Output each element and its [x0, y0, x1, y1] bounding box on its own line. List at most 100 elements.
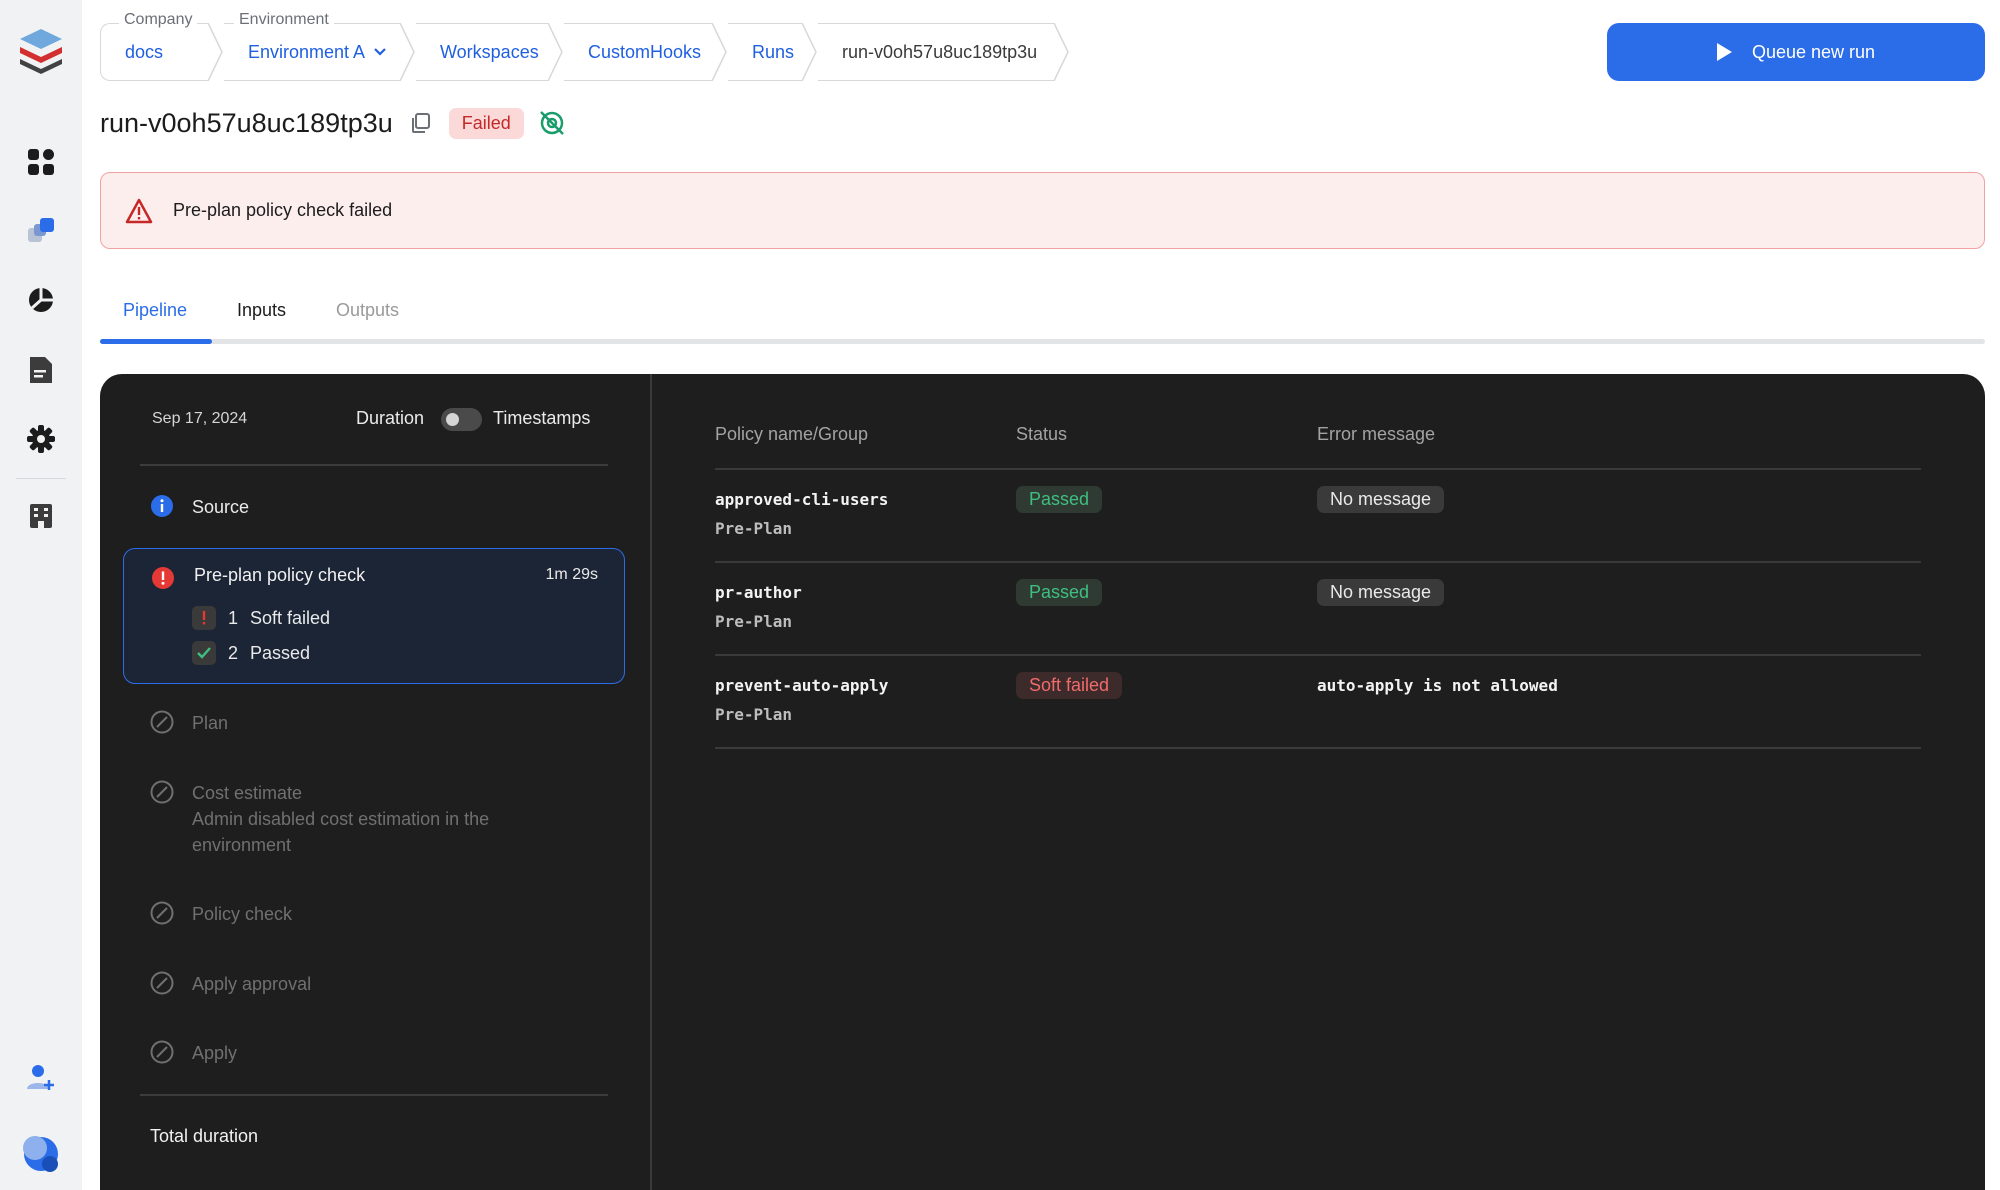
skipped-icon — [150, 1040, 174, 1064]
step-cost-note: Admin disabled cost estimation in the en… — [192, 809, 490, 855]
panel-divider — [650, 374, 652, 1190]
tab-track — [100, 339, 1985, 344]
passed-count-row: 2 Passed — [192, 641, 310, 665]
policy-name: pr-author — [715, 583, 802, 602]
run-details-panel: Sep 17, 2024 Duration Timestamps Source … — [100, 374, 1985, 1190]
breadcrumb-workspace[interactable]: CustomHooks — [564, 22, 728, 81]
skipped-icon — [150, 971, 174, 995]
passed-count: 2 — [228, 642, 239, 663]
workspaces-icon[interactable] — [13, 203, 69, 259]
workspace-link[interactable]: CustomHooks — [588, 42, 701, 63]
sidebar — [0, 0, 82, 1190]
breadcrumb-workspaces[interactable]: Workspaces — [416, 22, 564, 81]
tab-active-indicator — [100, 339, 212, 344]
play-icon — [1716, 43, 1732, 61]
skipped-icon — [150, 901, 174, 925]
breadcrumb-separator-icon — [400, 22, 416, 81]
status-badge: Passed — [1016, 486, 1103, 513]
queue-new-run-label: Queue new run — [1751, 41, 1876, 62]
step-source[interactable]: Source — [150, 494, 249, 520]
step-cost-estimate[interactable]: Cost estimate Admin disabled cost estima… — [150, 780, 522, 858]
exclamation-icon — [192, 606, 216, 630]
insights-icon[interactable] — [13, 272, 69, 328]
copy-icon[interactable] — [409, 111, 433, 135]
breadcrumb-current: run-v0oh57u8uc189tp3u — [818, 22, 1070, 81]
company-value[interactable]: docs — [125, 42, 163, 63]
invite-user-icon[interactable] — [13, 1050, 69, 1106]
user-avatar[interactable] — [13, 1126, 69, 1182]
environment-label: Environment — [234, 11, 334, 29]
step-policy-check[interactable]: Policy check — [150, 901, 292, 927]
breadcrumb-separator-icon — [208, 22, 224, 81]
app-logo-icon[interactable] — [13, 22, 69, 78]
error-icon — [152, 567, 174, 589]
passed-label: Passed — [250, 642, 311, 663]
page-title: run-v0oh57u8uc189tp3u — [100, 107, 393, 138]
row-divider — [715, 747, 1921, 749]
policy-name: prevent-auto-apply — [715, 676, 889, 695]
row-divider — [715, 654, 1921, 656]
organization-icon[interactable] — [13, 488, 69, 544]
sidebar-divider — [16, 478, 66, 479]
alert-message: Pre-plan policy check failed — [173, 200, 393, 220]
pipeline-separator — [140, 1094, 608, 1096]
breadcrumb-company[interactable]: Company docs — [100, 11, 224, 81]
chevron-down-icon[interactable] — [373, 47, 387, 57]
soft-failed-count: 1 — [228, 607, 239, 628]
current-run-crumb: run-v0oh57u8uc189tp3u — [842, 41, 1038, 62]
documents-icon[interactable] — [13, 342, 69, 398]
error-message: No message — [1317, 579, 1445, 606]
toggle-knob — [446, 413, 459, 426]
breadcrumb-end-icon — [1054, 22, 1070, 81]
dashboard-icon[interactable] — [13, 134, 69, 190]
step-source-label: Source — [192, 497, 250, 517]
drift-detection-off-icon — [539, 111, 564, 135]
step-plan[interactable]: Plan — [150, 710, 228, 736]
runs-link[interactable]: Runs — [752, 42, 794, 63]
total-duration-label: Total duration — [150, 1126, 259, 1146]
tab-inputs[interactable]: Inputs — [237, 300, 286, 321]
duration-timestamps-toggle[interactable] — [441, 408, 482, 431]
error-message: auto-apply is not allowed — [1317, 676, 1558, 695]
skipped-icon — [150, 780, 174, 804]
duration-label: Duration — [356, 408, 425, 428]
queue-new-run-button[interactable]: Queue new run — [1607, 23, 1985, 81]
status-badge: Passed — [1016, 579, 1103, 606]
header-status: Status — [1016, 424, 1068, 444]
header-policy-name: Policy name/Group — [715, 424, 869, 444]
pipeline-date: Sep 17, 2024 — [152, 410, 248, 427]
workspaces-link[interactable]: Workspaces — [440, 42, 539, 63]
skipped-icon — [150, 710, 174, 734]
checkmark-icon — [192, 641, 216, 665]
breadcrumb-separator-icon — [802, 22, 818, 81]
pipeline-separator — [140, 464, 608, 466]
status-badge: Failed — [448, 107, 524, 139]
header-error: Error message — [1317, 424, 1436, 444]
tab-outputs[interactable]: Outputs — [336, 300, 399, 321]
company-label: Company — [119, 11, 198, 29]
breadcrumb: Company docs Environment Environment A W… — [100, 11, 1070, 81]
breadcrumb-environment[interactable]: Environment Environment A — [224, 11, 416, 81]
step-preplan-duration: 1m 29s — [545, 566, 598, 583]
timestamps-label: Timestamps — [493, 408, 591, 428]
tab-pipeline[interactable]: Pipeline — [123, 300, 187, 321]
step-apply-approval[interactable]: Apply approval — [150, 971, 311, 997]
error-alert: Pre-plan policy check failed — [100, 172, 1985, 249]
step-preplan-policy-check[interactable]: Pre-plan policy check 1m 29s 1 Soft fail… — [123, 548, 625, 684]
step-apply-label: Apply — [192, 1043, 238, 1063]
settings-icon[interactable] — [13, 411, 69, 467]
row-divider — [715, 561, 1921, 563]
row-divider — [715, 468, 1921, 470]
policy-group: Pre-Plan — [715, 519, 793, 538]
step-cost-label: Cost estimate — [192, 783, 303, 803]
policy-group: Pre-Plan — [715, 705, 793, 724]
run-header: run-v0oh57u8uc189tp3u Failed — [100, 103, 566, 143]
error-message: No message — [1317, 486, 1445, 513]
soft-failed-label: Soft failed — [250, 607, 331, 628]
warning-icon — [125, 198, 153, 223]
step-apply[interactable]: Apply — [150, 1040, 237, 1066]
breadcrumb-separator-icon — [548, 22, 564, 81]
tabs: Pipeline Inputs Outputs — [100, 290, 1985, 344]
policy-name: approved-cli-users — [715, 490, 889, 509]
environment-value[interactable]: Environment A — [248, 42, 365, 63]
